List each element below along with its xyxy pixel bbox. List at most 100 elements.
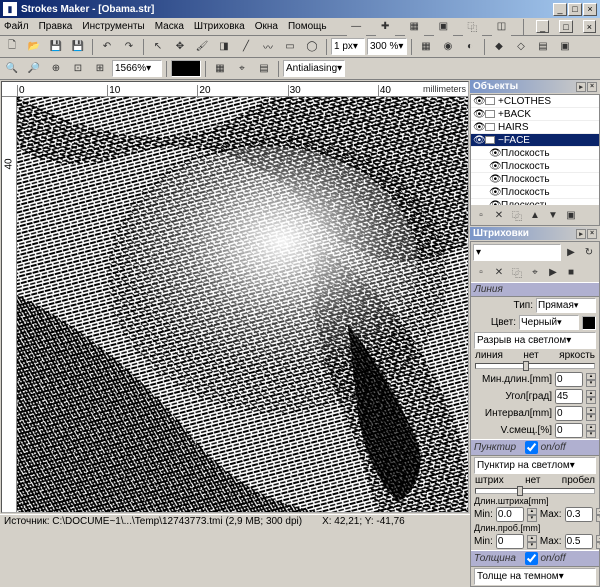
preview-icon[interactable]: ◇ bbox=[511, 38, 531, 56]
stroke-new-icon[interactable]: ▫ bbox=[473, 264, 489, 280]
voff-input[interactable] bbox=[555, 423, 583, 438]
zoom-fit-icon[interactable]: ⊡ bbox=[68, 60, 88, 78]
dash-slider[interactable] bbox=[475, 488, 595, 494]
strokes-panel-header[interactable]: Штриховки ▸× bbox=[470, 227, 600, 240]
maximize-button[interactable]: □ bbox=[568, 3, 582, 16]
layer-row[interactable]: 👁Плоскость bbox=[471, 147, 599, 160]
caps-icon[interactable]: — bbox=[347, 18, 366, 36]
zoom-combo[interactable]: 1566%▾ bbox=[112, 60, 162, 77]
layer-row[interactable]: 👁Плоскость bbox=[471, 173, 599, 186]
open-icon[interactable]: 📂 bbox=[24, 38, 44, 56]
mask-invert-icon[interactable]: ◐ bbox=[460, 38, 480, 56]
break-slider[interactable] bbox=[475, 363, 595, 369]
undo-icon[interactable]: ↶ bbox=[97, 38, 117, 56]
objects-panel-header[interactable]: Объекты ▸× bbox=[470, 80, 600, 93]
overlay-icon[interactable]: ◫ bbox=[492, 18, 511, 36]
guides-icon[interactable]: ▤ bbox=[254, 60, 274, 78]
ellipse-icon[interactable]: ◯ bbox=[302, 38, 322, 56]
break-combo[interactable]: Разрыв на светлом▾ bbox=[474, 332, 596, 349]
color-swatch[interactable] bbox=[582, 316, 596, 330]
child-minimize-button[interactable]: _ bbox=[536, 20, 549, 33]
rect-icon[interactable]: ▭ bbox=[280, 38, 300, 56]
dash-min-input[interactable] bbox=[496, 507, 524, 522]
layer-row[interactable]: 👁Плоскость bbox=[471, 186, 599, 199]
layer-row[interactable]: 👁HAIRS bbox=[471, 121, 599, 134]
save-icon[interactable]: 💾 bbox=[46, 38, 66, 56]
render-icon[interactable]: ◆ bbox=[489, 38, 509, 56]
overlay2-icon[interactable]: ▣ bbox=[555, 38, 575, 56]
interval-input[interactable] bbox=[555, 406, 583, 421]
group-icon[interactable]: ▣ bbox=[434, 18, 453, 36]
panel-close-icon[interactable]: × bbox=[587, 229, 597, 239]
dash-max-input[interactable] bbox=[565, 507, 593, 522]
layer-row-selected[interactable]: 👁− FACE bbox=[471, 134, 599, 147]
menu-help[interactable]: Помощь bbox=[288, 21, 327, 32]
new-icon[interactable]: 🗋 bbox=[2, 38, 22, 56]
stroke-target-icon[interactable]: ⌖ bbox=[527, 264, 543, 280]
eraser-icon[interactable]: ◨ bbox=[214, 38, 234, 56]
saveas-icon[interactable]: 💾 bbox=[68, 38, 88, 56]
menu-edit[interactable]: Правка bbox=[39, 21, 73, 32]
apply-icon[interactable]: ▶ bbox=[563, 244, 579, 260]
page-icon[interactable]: ▤ bbox=[533, 38, 553, 56]
layer-row[interactable]: 👁Плоскость bbox=[471, 160, 599, 173]
zoom-in-icon[interactable]: 🔍 bbox=[2, 60, 22, 78]
curve-icon[interactable]: 〰 bbox=[258, 38, 278, 56]
move-icon[interactable]: ✥ bbox=[170, 38, 190, 56]
stroke-preview[interactable]: ▾ bbox=[171, 60, 201, 77]
stroke-run-icon[interactable]: ▶ bbox=[545, 264, 561, 280]
zoom-out-icon[interactable]: 🔎 bbox=[24, 60, 44, 78]
layer-row[interactable]: 👁+ CLOTHES bbox=[471, 95, 599, 108]
dash-mode-combo[interactable]: Пунктир на светлом▾ bbox=[474, 457, 596, 474]
canvas-area[interactable]: 010203040 millimeters 40 bbox=[1, 81, 469, 513]
layer-row[interactable]: 👁+ BACK bbox=[471, 108, 599, 121]
mask-rect-icon[interactable]: ▦ bbox=[416, 38, 436, 56]
menu-windows[interactable]: Окна bbox=[255, 21, 278, 32]
child-close-button[interactable]: × bbox=[583, 20, 596, 33]
type-combo[interactable]: Прямая▾ bbox=[536, 298, 596, 313]
panel-menu-icon[interactable]: ▸ bbox=[576, 82, 586, 92]
redo-icon[interactable]: ↷ bbox=[119, 38, 139, 56]
grid-icon[interactable]: ▦ bbox=[210, 60, 230, 78]
layer-down-icon[interactable]: ▼ bbox=[545, 207, 561, 223]
minimize-button[interactable]: _ bbox=[553, 3, 567, 16]
layer-list[interactable]: 👁+ CLOTHES 👁+ BACK 👁HAIRS 👁− FACE 👁Плоск… bbox=[471, 95, 599, 205]
minlen-input[interactable] bbox=[555, 372, 583, 387]
layer-up-icon[interactable]: ▲ bbox=[527, 207, 543, 223]
color-combo[interactable]: Черный▾ bbox=[519, 315, 579, 330]
stroke-width-combo[interactable]: 1 px▾ bbox=[331, 38, 365, 55]
join-icon[interactable]: ✚ bbox=[376, 18, 395, 36]
copy-icon[interactable]: ⿻ bbox=[463, 18, 482, 36]
menu-hatch[interactable]: Штриховка bbox=[194, 21, 245, 32]
zoom-sel-icon[interactable]: ⊞ bbox=[90, 60, 110, 78]
close-button[interactable]: × bbox=[583, 3, 597, 16]
menu-file[interactable]: Файл bbox=[4, 21, 29, 32]
zoom-100-icon[interactable]: ⊕ bbox=[46, 60, 66, 78]
snap-icon[interactable]: ⌖ bbox=[232, 60, 252, 78]
stroke-del-icon[interactable]: ✕ bbox=[491, 264, 507, 280]
mask-circle-icon[interactable]: ◉ bbox=[438, 38, 458, 56]
layer-new-icon[interactable]: ▫ bbox=[473, 207, 489, 223]
gap-min-input[interactable] bbox=[496, 534, 524, 549]
thickness-mode-combo[interactable]: Толще на темном▾ bbox=[474, 568, 596, 585]
stroke-stop-icon[interactable]: ■ bbox=[563, 264, 579, 280]
panel-close-icon[interactable]: × bbox=[587, 82, 597, 92]
gap-max-input[interactable] bbox=[565, 534, 593, 549]
layer-dup-icon[interactable]: ⿻ bbox=[509, 207, 525, 223]
dashes-toggle[interactable] bbox=[525, 441, 538, 454]
panel-menu-icon[interactable]: ▸ bbox=[576, 229, 586, 239]
menu-tools[interactable]: Инструменты bbox=[82, 21, 144, 32]
layer-del-icon[interactable]: ✕ bbox=[491, 207, 507, 223]
refresh-icon[interactable]: ↻ bbox=[581, 244, 597, 260]
dash-icon[interactable]: ▦ bbox=[405, 18, 424, 36]
antialias-combo[interactable]: Antialiasing▾ bbox=[283, 60, 345, 77]
percent-combo[interactable]: 300 %▾ bbox=[367, 38, 407, 55]
canvas-image[interactable] bbox=[17, 97, 468, 512]
menu-mask[interactable]: Маска bbox=[155, 21, 184, 32]
angle-input[interactable] bbox=[555, 389, 583, 404]
stroke-preset-combo[interactable]: ▾ bbox=[473, 244, 561, 261]
arrow-icon[interactable]: ↖ bbox=[148, 38, 168, 56]
line-icon[interactable]: ╱ bbox=[236, 38, 256, 56]
brush-icon[interactable]: 🖌 bbox=[192, 38, 212, 56]
child-maximize-button[interactable]: □ bbox=[559, 20, 572, 33]
